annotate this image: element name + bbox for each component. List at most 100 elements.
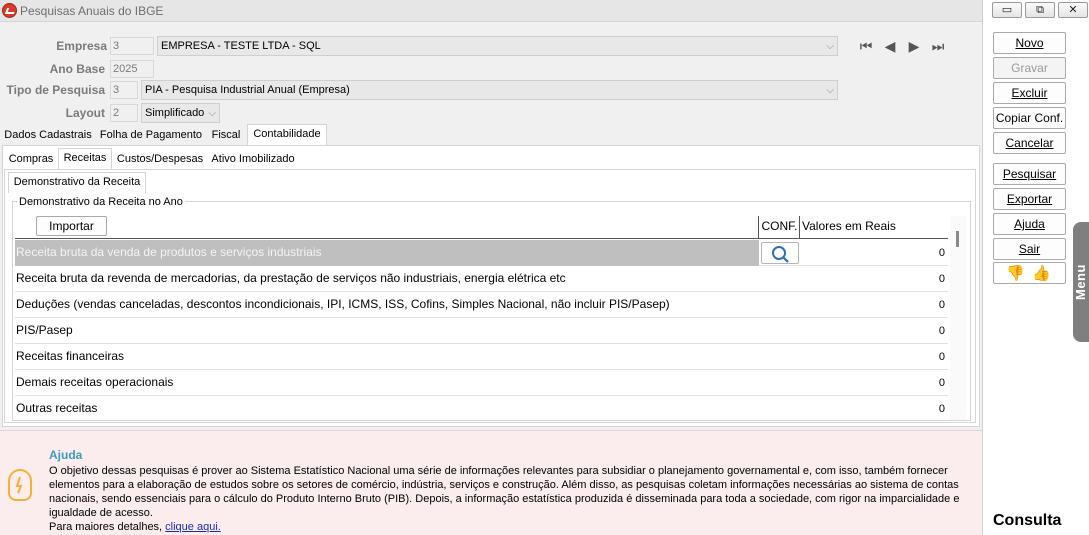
copiar-conf-label: Copiar Conf. bbox=[995, 111, 1064, 125]
row-value[interactable]: 0 bbox=[939, 403, 945, 415]
table-row[interactable]: Receitas financeiras 0 bbox=[15, 344, 948, 370]
grid-header-desc bbox=[15, 216, 759, 238]
side-menu-tab[interactable]: Menu bbox=[1073, 222, 1089, 342]
table-row[interactable]: Receita bruta da revenda de mercadorias,… bbox=[15, 266, 948, 292]
row-value[interactable]: 0 bbox=[939, 299, 945, 311]
tab-demonstrativo-receita[interactable]: Demonstrativo da Receita bbox=[8, 172, 146, 193]
sair-button[interactable]: Sair bbox=[993, 238, 1066, 260]
tipo-pesquisa-select-value: PIA - Pesquisa Industrial Anual (Empresa… bbox=[145, 84, 350, 96]
row-value[interactable]: 0 bbox=[939, 351, 945, 363]
row-description: Receita bruta da revenda de mercadorias,… bbox=[16, 271, 566, 285]
tipo-pesquisa-label: Tipo de Pesquisa bbox=[6, 83, 105, 97]
excluir-label: Excluir bbox=[1011, 86, 1048, 100]
row-description: Demais receitas operacionais bbox=[16, 375, 174, 389]
chevron-down-icon[interactable]: ⌵ bbox=[208, 105, 216, 123]
empresa-select-value: EMPRESA - TESTE LTDA - SQL bbox=[161, 40, 321, 52]
table-row[interactable]: Outras receitas 0 bbox=[15, 396, 948, 419]
gravar-label: Gravar bbox=[1011, 61, 1048, 75]
help-text: O objetivo dessas pesquisas é prover ao … bbox=[49, 464, 979, 534]
excluir-button[interactable]: Excluir bbox=[993, 82, 1066, 104]
exportar-button[interactable]: Exportar bbox=[993, 188, 1066, 210]
tab-compras[interactable]: Compras bbox=[6, 150, 56, 170]
tab-dados-cadastrais[interactable]: Dados Cadastrais bbox=[2, 126, 94, 146]
grid-header-value: Valores em Reais bbox=[801, 216, 948, 238]
title-bar: Pesquisas Anuais do IBGE bbox=[0, 0, 982, 22]
sair-label: Sair bbox=[1018, 242, 1041, 256]
ajuda-label: Ajuda bbox=[1014, 217, 1045, 231]
help-more-prefix: Para maiores detalhes, bbox=[49, 521, 166, 533]
window-title: Pesquisas Anuais do IBGE bbox=[20, 4, 164, 18]
chevron-down-icon[interactable]: ⌵ bbox=[826, 82, 834, 100]
pesquisar-button[interactable]: Pesquisar bbox=[993, 163, 1066, 185]
empresa-select[interactable]: EMPRESA - TESTE LTDA - SQL ⌵ bbox=[157, 36, 838, 56]
layout-code-field[interactable]: 2 bbox=[110, 104, 138, 122]
group-title: Demonstrativo da Receita no Ano bbox=[17, 196, 185, 208]
last-record-icon[interactable]: ⏭ bbox=[928, 37, 948, 55]
empresa-label: Empresa bbox=[56, 39, 107, 53]
lightbulb-icon bbox=[8, 469, 32, 501]
tab-custos-despesas[interactable]: Custos/Despesas bbox=[114, 150, 206, 170]
side-menu-label: Menu bbox=[1073, 264, 1088, 300]
tab-contabilidade[interactable]: Contabilidade bbox=[247, 124, 327, 146]
prev-record-icon[interactable]: ◀ bbox=[880, 37, 900, 55]
table-row[interactable]: Deduções (vendas canceladas, descontos i… bbox=[15, 292, 948, 318]
ano-base-field[interactable]: 2025 bbox=[110, 60, 154, 78]
tipo-pesquisa-select[interactable]: PIA - Pesquisa Industrial Anual (Empresa… bbox=[141, 80, 838, 100]
next-record-icon[interactable]: ▶ bbox=[904, 37, 924, 55]
ano-base-label: Ano Base bbox=[49, 62, 105, 76]
restore-button[interactable]: ⧉ bbox=[1025, 2, 1055, 18]
row-value[interactable]: 0 bbox=[939, 377, 945, 389]
grid-header-conf: CONF. bbox=[760, 216, 800, 238]
layout-select[interactable]: Simplificado ⌵ bbox=[141, 103, 220, 123]
table-row[interactable]: Receita bruta da venda de produtos e ser… bbox=[15, 240, 948, 266]
layout-select-value: Simplificado bbox=[145, 107, 205, 119]
minimize-icon: ▭ bbox=[1001, 4, 1013, 16]
help-link[interactable]: clique aqui. bbox=[165, 521, 221, 533]
row-description: Receita bruta da venda de produtos e ser… bbox=[16, 245, 322, 259]
grid-scrollbar[interactable] bbox=[950, 216, 966, 420]
close-icon: ✕ bbox=[1068, 4, 1078, 16]
row-description: PIS/Pasep bbox=[16, 323, 73, 337]
row-value[interactable]: 0 bbox=[939, 273, 945, 285]
help-title: Ajuda bbox=[49, 448, 83, 462]
novo-button[interactable]: Novo bbox=[993, 32, 1066, 54]
row-description: Outras receitas bbox=[16, 401, 98, 415]
table-row[interactable]: Demais receitas operacionais 0 bbox=[15, 370, 948, 396]
copiar-conf-button[interactable]: Copiar Conf. bbox=[993, 107, 1066, 129]
gravar-button[interactable]: Gravar bbox=[993, 57, 1066, 79]
row-description: Deduções (vendas canceladas, descontos i… bbox=[16, 297, 670, 311]
close-button[interactable]: ✕ bbox=[1058, 2, 1088, 18]
cancelar-label: Cancelar bbox=[1005, 136, 1054, 150]
thumbs-down-icon[interactable]: 👎 bbox=[1006, 264, 1025, 282]
scrollbar-thumb[interactable] bbox=[956, 231, 959, 247]
novo-label: Novo bbox=[1015, 36, 1044, 50]
importar-button[interactable]: Importar bbox=[36, 216, 107, 236]
row-value[interactable]: 0 bbox=[939, 247, 945, 259]
app-logo-icon bbox=[2, 3, 17, 18]
tipo-pesquisa-code-field[interactable]: 3 bbox=[110, 81, 138, 99]
empresa-code-field[interactable]: 3 bbox=[110, 37, 154, 55]
help-body: O objetivo dessas pesquisas é prover ao … bbox=[49, 465, 960, 519]
mode-label: Consulta bbox=[993, 512, 1062, 529]
first-record-icon[interactable]: ⏮ bbox=[856, 37, 876, 55]
row-description: Receitas financeiras bbox=[16, 349, 125, 363]
tab-ativo-imobilizado[interactable]: Ativo Imobilizado bbox=[208, 150, 298, 170]
ajuda-button[interactable]: Ajuda bbox=[993, 213, 1066, 235]
feedback-buttons: 👎 👍 bbox=[993, 262, 1066, 284]
row-value[interactable]: 0 bbox=[939, 325, 945, 337]
grid-header-divider bbox=[15, 238, 948, 239]
pesquisar-label: Pesquisar bbox=[1002, 167, 1057, 181]
search-icon bbox=[772, 246, 789, 263]
tab-folha-pagamento[interactable]: Folha de Pagamento bbox=[96, 126, 206, 146]
thumbs-up-icon[interactable]: 👍 bbox=[1032, 264, 1051, 282]
layout-label: Layout bbox=[65, 106, 105, 120]
minimize-button[interactable]: ▭ bbox=[992, 2, 1022, 18]
tab-receitas[interactable]: Receitas bbox=[58, 148, 112, 170]
help-panel: Ajuda O objetivo dessas pesquisas é prov… bbox=[0, 430, 982, 535]
table-row[interactable]: PIS/Pasep 0 bbox=[15, 318, 948, 344]
tab-fiscal[interactable]: Fiscal bbox=[208, 126, 244, 146]
restore-icon: ⧉ bbox=[1036, 4, 1044, 16]
chevron-down-icon[interactable]: ⌵ bbox=[826, 38, 834, 56]
conf-search-button[interactable] bbox=[761, 242, 799, 264]
cancelar-button[interactable]: Cancelar bbox=[993, 132, 1066, 154]
